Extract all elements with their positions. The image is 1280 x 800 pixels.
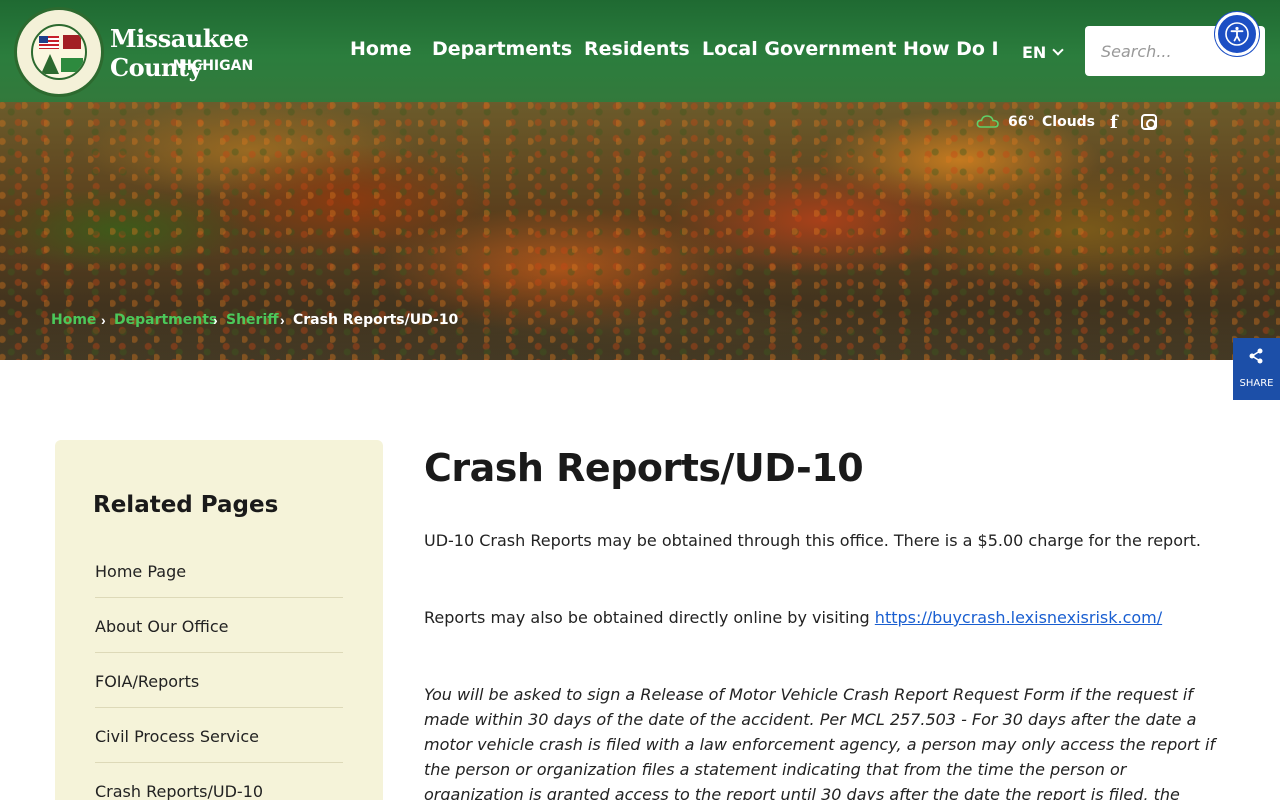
seal-emblem [31, 24, 87, 80]
instagram-icon[interactable] [1141, 114, 1157, 130]
sidebar-item-label: Crash Reports/UD-10 [95, 782, 264, 800]
related-pages-sidebar: Related Pages Home Page About Our Office… [55, 440, 383, 800]
chevron-right-icon: › [101, 312, 106, 328]
sidebar-item-label: Home Page [95, 562, 187, 581]
site-header: Missaukee County MICHIGAN Home Departmen… [0, 0, 1280, 102]
sidebar-item-label: FOIA/Reports [95, 672, 200, 691]
page-title: Crash Reports/UD-10 [424, 446, 864, 490]
breadcrumb-current: Crash Reports/UD-10 [293, 312, 459, 328]
sidebar-item-foia-reports[interactable]: FOIA/Reports [95, 653, 343, 708]
sidebar-item-civil-process-service[interactable]: Civil Process Service [95, 708, 343, 763]
share-label: SHARE [1239, 378, 1274, 389]
nav-home[interactable]: Home [350, 38, 412, 60]
online-paragraph: Reports may also be obtained directly on… [424, 605, 1224, 630]
chevron-down-icon[interactable] [1052, 44, 1064, 56]
lake-icon [61, 58, 83, 72]
nav-departments[interactable]: Departments [432, 38, 572, 60]
county-seal-logo[interactable] [14, 7, 104, 97]
weather-temperature: 66° [1008, 114, 1035, 130]
accessibility-icon [1225, 22, 1249, 46]
accessibility-button[interactable] [1215, 12, 1259, 56]
buycrash-link[interactable]: https://buycrash.lexisnexisrisk.com/ [875, 608, 1162, 627]
tree-icon [41, 54, 59, 74]
sidebar-item-crash-reports[interactable]: Crash Reports/UD-10 [95, 763, 343, 800]
nav-how-do-i[interactable]: How Do I [903, 38, 999, 60]
breadcrumb-sheriff[interactable]: Sheriff [226, 312, 279, 328]
breadcrumb-departments[interactable]: Departments [114, 312, 217, 328]
sidebar-item-label: About Our Office [95, 617, 229, 636]
share-icon [1249, 348, 1263, 364]
facebook-icon[interactable]: f [1110, 112, 1118, 133]
sidebar-item-label: Civil Process Service [95, 727, 259, 746]
flag-icon [39, 36, 59, 49]
nav-local-government[interactable]: Local Government [702, 38, 896, 60]
sidebar-item-about-our-office[interactable]: About Our Office [95, 598, 343, 653]
site-subtitle[interactable]: MICHIGAN [110, 58, 316, 74]
chevron-right-icon: › [213, 312, 218, 328]
intro-paragraph: UD-10 Crash Reports may be obtained thro… [424, 531, 1201, 550]
nav-residents[interactable]: Residents [584, 38, 690, 60]
online-paragraph-text: Reports may also be obtained directly on… [424, 608, 875, 627]
share-button[interactable]: SHARE [1233, 338, 1280, 400]
cloud-icon [976, 115, 999, 128]
sidebar-item-home-page[interactable]: Home Page [95, 543, 343, 598]
barn-icon [63, 35, 81, 49]
breadcrumb-home[interactable]: Home [51, 312, 96, 328]
language-selector[interactable]: EN [1022, 43, 1046, 62]
weather-condition: Clouds [1042, 114, 1096, 130]
release-form-paragraph: You will be asked to sign a Release of M… [424, 685, 1216, 800]
chevron-right-icon: › [280, 312, 285, 328]
sidebar-title: Related Pages [93, 492, 279, 518]
